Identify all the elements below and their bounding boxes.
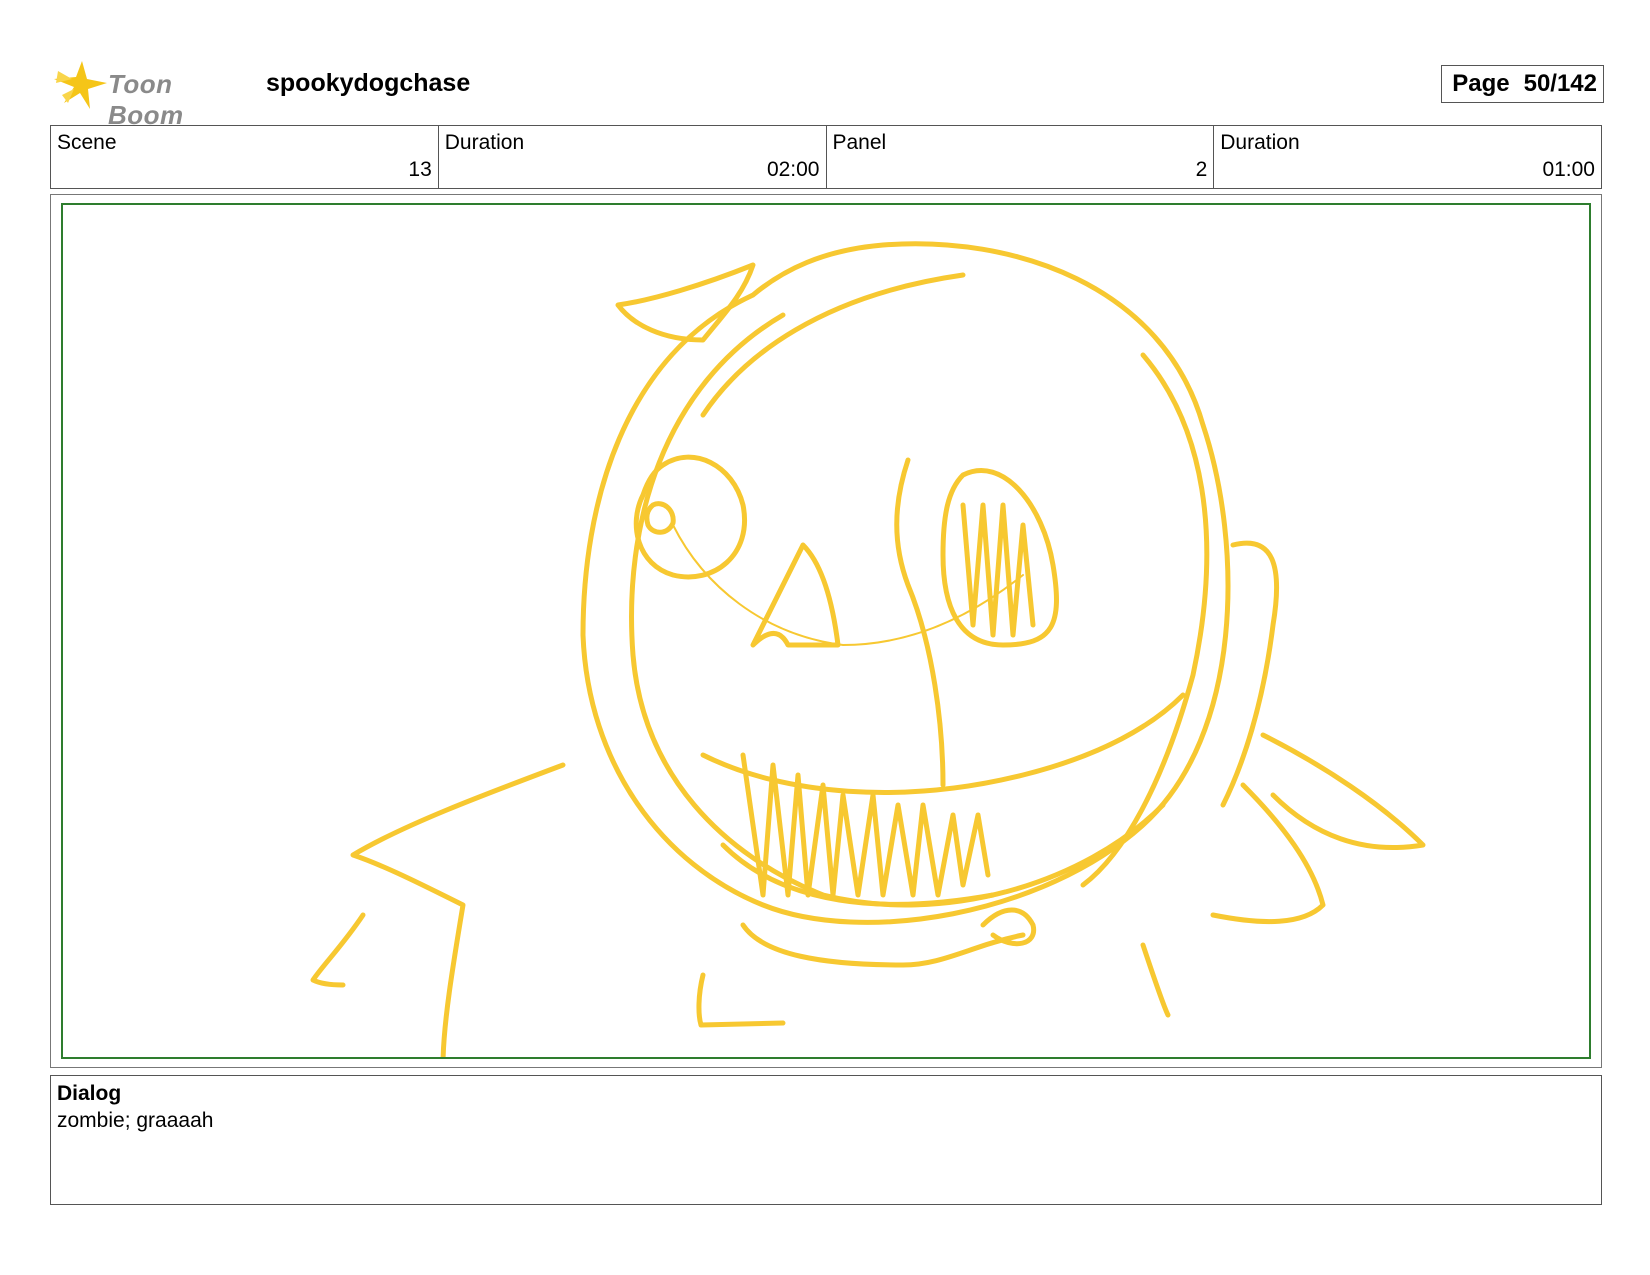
dialog-box: Dialog zombie; graaaah <box>50 1075 1602 1205</box>
page-number: 50/142 <box>1523 70 1597 97</box>
page-indicator: Page 50/142 <box>1441 65 1604 103</box>
panel-duration-cell: Duration 01:00 <box>1214 126 1601 188</box>
page-header: Toon Boom spookydogchase Page 50/142 <box>52 55 1604 130</box>
toon-boom-logo: Toon Boom <box>52 57 252 130</box>
nose <box>750 542 841 648</box>
zombie-sketch <box>310 241 1426 1057</box>
head-side <box>1080 352 1210 888</box>
panel-duration-value: 01:00 <box>1542 158 1595 181</box>
left-shoulder <box>350 762 566 1057</box>
right-eye-scribble <box>960 502 1036 638</box>
scene-label: Scene <box>57 131 117 154</box>
panel-info-row: Scene 13 Duration 02:00 Panel 2 Duration… <box>50 125 1602 189</box>
right-arm <box>1210 782 1326 924</box>
panel-drawing-area <box>61 203 1591 1059</box>
right-shoulder <box>1260 732 1426 850</box>
panel-duration-label: Duration <box>1220 131 1300 154</box>
scene-duration-value: 02:00 <box>766 158 820 181</box>
face-line <box>894 457 946 788</box>
page-label: Page <box>1452 70 1510 97</box>
panel-value: 2 <box>1195 158 1208 181</box>
logo-text: Toon Boom <box>108 69 184 130</box>
dialog-text: zombie; graaaah <box>57 1109 214 1132</box>
dialog-label: Dialog <box>57 1082 122 1105</box>
scene-duration-cell: Duration 02:00 <box>439 126 827 188</box>
panel-cell: Panel 2 <box>827 126 1215 188</box>
hair-tuft <box>615 262 756 343</box>
scene-cell: Scene 13 <box>51 126 439 188</box>
left-pupil <box>644 501 676 535</box>
lower-torso-left <box>696 972 786 1028</box>
collar <box>740 922 1026 968</box>
left-eye <box>633 454 747 580</box>
project-title: spookydogchase <box>266 69 471 97</box>
scene-value: 13 <box>408 158 432 181</box>
panel-label: Panel <box>832 131 887 154</box>
toon-boom-star-icon <box>54 61 107 109</box>
lower-torso-right <box>1140 942 1171 1018</box>
scene-duration-label: Duration <box>444 131 525 154</box>
right-side <box>1220 540 1280 808</box>
left-arm <box>310 912 366 988</box>
